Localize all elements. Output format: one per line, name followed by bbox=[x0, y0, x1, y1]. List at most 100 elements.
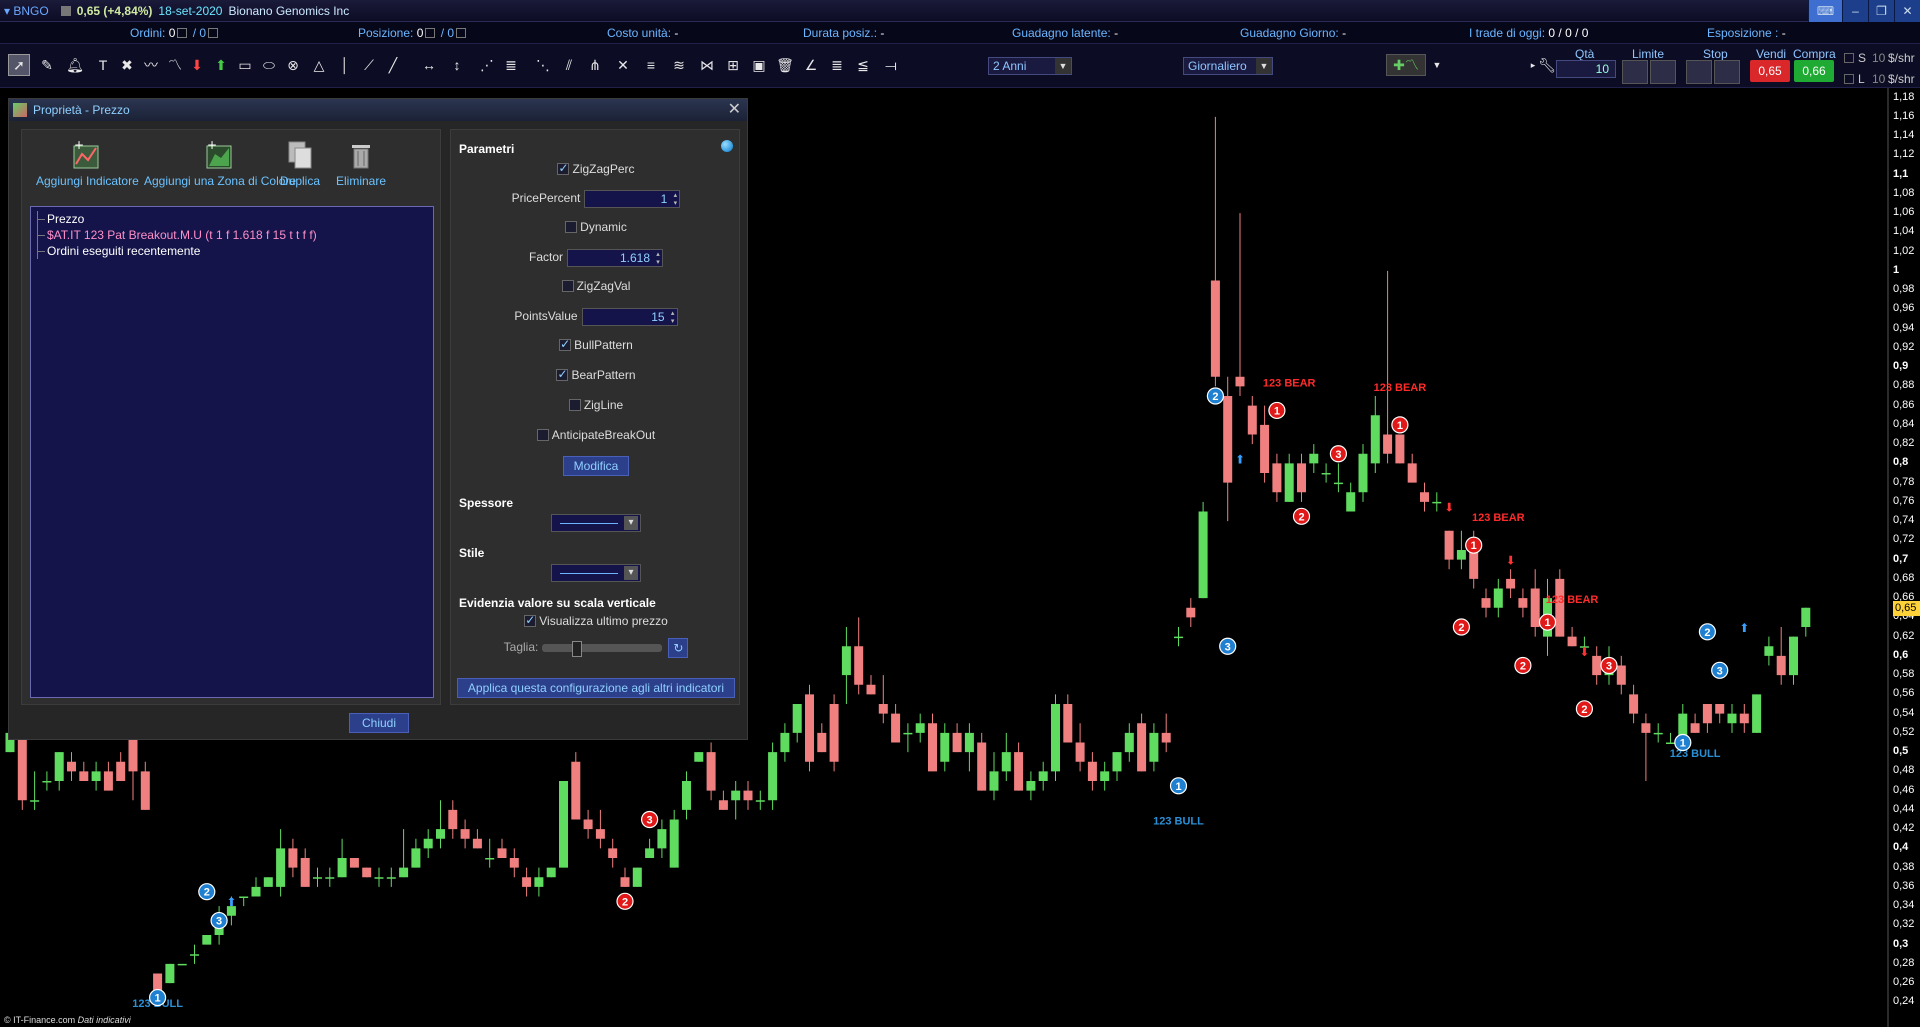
add-color-zone-button[interactable]: + Aggiungi una Zona di Colore bbox=[144, 138, 296, 188]
short-checkbox[interactable] bbox=[1844, 53, 1854, 63]
stop-buy-button[interactable] bbox=[1686, 60, 1712, 84]
vertical-measure-icon[interactable]: ↕ bbox=[446, 54, 468, 76]
ruler-icon[interactable]: ✎ bbox=[36, 54, 58, 76]
minimize-icon[interactable]: – bbox=[1842, 0, 1868, 22]
tree-item-prezzo[interactable]: Prezzo bbox=[31, 211, 433, 227]
close-dialog-button[interactable]: Chiudi bbox=[349, 713, 409, 733]
chart-icon bbox=[13, 103, 27, 117]
fib-retracement-icon[interactable]: ≣ bbox=[500, 54, 522, 76]
cycle-lines-icon[interactable]: ≣ bbox=[826, 54, 848, 76]
candle-body bbox=[1653, 732, 1663, 735]
wrench-icon[interactable]: 🔧︎ bbox=[1536, 54, 1558, 76]
orders-settings-icon[interactable] bbox=[208, 28, 219, 38]
dynamic-row[interactable]: Dynamic bbox=[451, 220, 741, 234]
position-icon[interactable] bbox=[425, 28, 436, 38]
pitchfork-icon[interactable]: ⋔ bbox=[584, 54, 606, 76]
trash-icon[interactable]: 🗑︎ bbox=[774, 54, 796, 76]
spessore-select[interactable] bbox=[551, 514, 641, 532]
eraser-icon[interactable]: ✖ bbox=[116, 54, 138, 76]
ellipse-icon[interactable]: ⬭ bbox=[258, 54, 280, 76]
bullpattern-checkbox[interactable] bbox=[559, 337, 572, 351]
restore-icon[interactable]: ❐ bbox=[1868, 0, 1894, 22]
stop-sell-button[interactable] bbox=[1714, 60, 1740, 84]
bearpattern-row[interactable]: BearPattern bbox=[451, 367, 741, 382]
limit-buy-button[interactable] bbox=[1622, 60, 1648, 84]
tree-item-orders[interactable]: Ordini eseguiti recentemente bbox=[31, 243, 433, 259]
fib-fan-icon[interactable]: ⋰ bbox=[476, 54, 498, 76]
speed-lines-icon[interactable]: ≦ bbox=[852, 54, 874, 76]
factor-input[interactable]: 1.618 bbox=[567, 249, 663, 267]
apply-config-button[interactable]: Applica questa configurazione agli altri… bbox=[456, 678, 736, 698]
gann-icon[interactable]: ✕ bbox=[612, 54, 634, 76]
dynamic-checkbox[interactable] bbox=[565, 221, 578, 233]
triangle-icon[interactable]: △ bbox=[308, 54, 330, 76]
info-icon[interactable] bbox=[721, 140, 733, 152]
add-indicator-icon[interactable]: ✚〽 bbox=[1386, 54, 1426, 76]
short-toggle[interactable]: S bbox=[1844, 51, 1866, 65]
close-icon[interactable]: ✕ bbox=[1894, 0, 1920, 22]
chevron-down-icon[interactable]: ▼ bbox=[1426, 54, 1448, 76]
taglia-slider[interactable] bbox=[542, 641, 663, 657]
long-checkbox[interactable] bbox=[1844, 74, 1854, 84]
add-indicator-button[interactable]: + Aggiungi Indicatore bbox=[36, 138, 139, 188]
zigline-row[interactable]: ZigLine bbox=[451, 398, 741, 412]
vertical-line-icon[interactable]: │ bbox=[334, 54, 356, 76]
dialog-close-icon[interactable]: ✕ bbox=[728, 99, 741, 121]
qty-input[interactable]: 10 bbox=[1556, 60, 1616, 78]
stile-select[interactable] bbox=[551, 564, 641, 582]
fib-arcs-icon[interactable]: ⋱ bbox=[532, 54, 554, 76]
modifica-button[interactable]: Modifica bbox=[562, 456, 630, 476]
keyboard-icon[interactable]: ⌨ bbox=[1808, 0, 1842, 22]
reset-icon[interactable]: ↻ bbox=[668, 638, 689, 658]
zigzagperc-row[interactable]: ZigZagPerc bbox=[451, 161, 741, 176]
rectangle-icon[interactable]: ▭ bbox=[234, 54, 256, 76]
candle-body bbox=[1247, 405, 1257, 435]
dialog-title-bar[interactable]: Proprietà - Prezzo ✕ bbox=[9, 99, 747, 121]
grid-icon[interactable]: ⋈ bbox=[696, 54, 718, 76]
trend-compare-icon[interactable]: 〰 bbox=[140, 54, 162, 76]
horizontal-measure-icon[interactable]: ↔ bbox=[418, 54, 440, 76]
pointer-icon[interactable]: ➚ bbox=[8, 54, 30, 76]
buy-arrow-icon[interactable]: ⬆ bbox=[210, 54, 232, 76]
zigzagval-checkbox[interactable] bbox=[561, 280, 574, 292]
channel-icon[interactable]: ⫽ bbox=[558, 54, 580, 76]
delete-button[interactable]: Eliminare bbox=[336, 140, 386, 188]
time-projection-icon[interactable]: ⟞ bbox=[880, 54, 902, 76]
anticipate-row[interactable]: AnticipateBreakOut bbox=[451, 428, 741, 442]
raff-channel-icon[interactable]: ≡ bbox=[640, 54, 662, 76]
pointsvalue-input[interactable]: 15 bbox=[581, 308, 678, 326]
tree-item-indicator[interactable]: $AT.IT 123 Pat Breakout.M.U (t 1 f 1.618… bbox=[31, 227, 433, 243]
circle-cross-icon[interactable]: ⊗ bbox=[282, 54, 304, 76]
magnet-icon[interactable]: ∠ bbox=[800, 54, 822, 76]
box-icon[interactable]: ▣ bbox=[748, 54, 770, 76]
interval-select[interactable]: Giornaliero ▼ bbox=[1183, 57, 1273, 75]
anticipate-checkbox[interactable] bbox=[536, 429, 549, 441]
duplicate-button[interactable]: Duplica bbox=[280, 140, 320, 188]
orders-icon[interactable] bbox=[177, 28, 188, 38]
position-settings-icon[interactable] bbox=[456, 28, 467, 38]
limit-sell-button[interactable] bbox=[1650, 60, 1676, 84]
cross-grid-icon[interactable]: ⊞ bbox=[722, 54, 744, 76]
pricepercent-input[interactable]: 1 bbox=[584, 190, 681, 208]
zigzagperc-checkbox[interactable] bbox=[557, 161, 570, 175]
sell-arrow-icon[interactable]: ⬇ bbox=[186, 54, 208, 76]
regression-icon[interactable]: ≋ bbox=[668, 54, 690, 76]
alert-bell-icon[interactable]: 🔔︎ bbox=[64, 54, 86, 76]
sell-button[interactable]: 0,65 bbox=[1750, 60, 1790, 82]
long-toggle[interactable]: L bbox=[1844, 72, 1865, 86]
visualizza-row[interactable]: Visualizza ultimo prezzo bbox=[451, 613, 741, 628]
zigzagval-row[interactable]: ZigZagVal bbox=[451, 279, 741, 293]
symbol-selector[interactable]: ▾ BNGO bbox=[4, 4, 49, 18]
stile-heading: Stile bbox=[459, 546, 485, 560]
ray-icon[interactable]: ╱ bbox=[382, 54, 404, 76]
text-tool-icon[interactable]: T bbox=[92, 54, 114, 76]
indicator-tree[interactable]: Prezzo $AT.IT 123 Pat Breakout.M.U (t 1 … bbox=[30, 206, 434, 698]
multi-trend-icon[interactable]: 〽 bbox=[164, 54, 186, 76]
bearpattern-checkbox[interactable] bbox=[556, 367, 569, 381]
segment-icon[interactable]: ⟋ bbox=[358, 54, 380, 76]
zigline-checkbox[interactable] bbox=[568, 399, 581, 411]
visualizza-checkbox[interactable] bbox=[524, 613, 537, 627]
buy-button[interactable]: 0,66 bbox=[1794, 60, 1834, 82]
bullpattern-row[interactable]: BullPattern bbox=[451, 337, 741, 352]
period-select[interactable]: 2 Anni ▼ bbox=[988, 57, 1072, 75]
